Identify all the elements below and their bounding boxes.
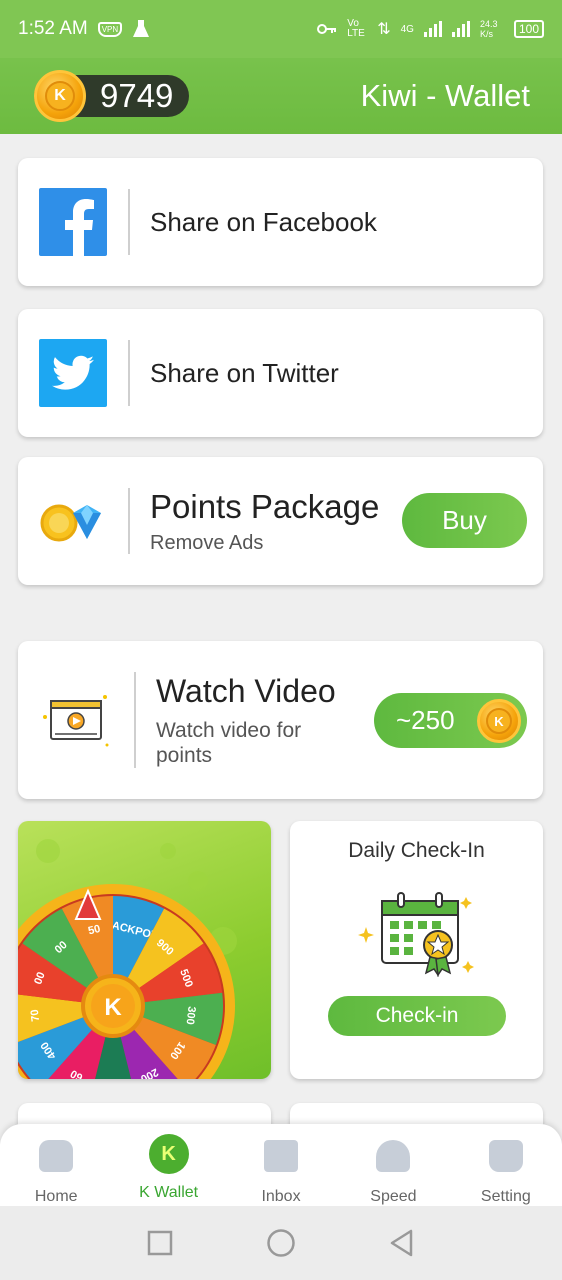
- k-wallet-icon: K: [148, 1134, 189, 1174]
- share-facebook-label: Share on Facebook: [150, 206, 377, 237]
- nav-setting-label: Setting: [480, 1188, 531, 1205]
- page-title: Kiwi - Wallet: [360, 78, 530, 113]
- share-twitter-card[interactable]: Share on Twitter: [18, 309, 543, 437]
- daily-checkin-title: Daily Check-In: [348, 839, 485, 862]
- buy-button[interactable]: Buy: [402, 493, 527, 548]
- signal-icon: [423, 21, 442, 37]
- divider: [134, 672, 136, 768]
- battery-icon: 100: [513, 20, 544, 38]
- wheel-slice-label: 300: [183, 1006, 197, 1026]
- nav-home[interactable]: Home: [0, 1124, 112, 1206]
- twitter-icon: [39, 339, 107, 407]
- watch-video-reward-button[interactable]: ~250 K: [374, 693, 527, 748]
- nav-inbox[interactable]: Inbox: [225, 1124, 337, 1206]
- spin-wheel-card[interactable]: JACKPOT900500300100200506040070000050 K: [18, 821, 271, 1079]
- daily-checkin-card: Daily Check-In Check-in: [290, 821, 543, 1079]
- home-button[interactable]: [266, 1228, 296, 1258]
- share-twitter-label: Share on Twitter: [150, 357, 339, 388]
- nav-home-label: Home: [34, 1188, 78, 1205]
- status-time: 1:52 AM: [18, 18, 88, 39]
- k-coin-icon: K: [34, 70, 86, 122]
- wheel-slice-label: 70: [29, 1009, 42, 1023]
- app-header: K 9749 Kiwi - Wallet: [0, 58, 562, 134]
- spin-wheel: JACKPOT900500300100200506040070000050 K: [18, 839, 237, 1079]
- points-package-subtitle: Remove Ads: [150, 531, 264, 554]
- nav-setting[interactable]: Setting: [450, 1124, 562, 1206]
- coin-balance[interactable]: K 9749: [34, 70, 190, 122]
- vpn-icon: VPN: [97, 21, 123, 37]
- nav-speed-label: Speed: [370, 1188, 417, 1205]
- nav-k-wallet-label: K Wallet: [139, 1184, 199, 1201]
- watch-video-card: Watch Video Watch video for points ~250 …: [18, 641, 543, 799]
- inbox-icon: [264, 1140, 299, 1172]
- setting-icon: [488, 1140, 523, 1172]
- bottom-navigation: Home K K Wallet Inbox Speed Setting: [0, 1124, 562, 1206]
- net-speed: 24.3 K/s: [479, 19, 498, 39]
- facebook-icon: [39, 188, 107, 256]
- home-icon: [39, 1140, 74, 1172]
- network-type: 4G: [400, 23, 414, 35]
- points-package-title: Points Package: [150, 487, 380, 525]
- status-bar: 1:52 AM VPN Vo LTE ⇅ 4G 24.3 K/s 100: [0, 0, 562, 58]
- divider: [128, 189, 130, 255]
- key-icon: [317, 24, 337, 34]
- nav-inbox-label: Inbox: [261, 1188, 301, 1205]
- share-facebook-card[interactable]: Share on Facebook: [18, 158, 543, 286]
- divider: [128, 488, 130, 554]
- signal-icon-2: [451, 21, 470, 37]
- recents-button[interactable]: [147, 1230, 173, 1256]
- balance-value: 9749: [100, 77, 174, 114]
- nav-k-wallet[interactable]: K K Wallet: [112, 1124, 224, 1206]
- reward-amount: ~250: [396, 705, 455, 735]
- divider: [128, 340, 130, 406]
- system-navigation-bar: [0, 1206, 562, 1280]
- volte-indicator: Vo LTE: [347, 18, 365, 39]
- watch-video-title: Watch Video: [156, 672, 336, 709]
- k-coin-icon: K: [477, 699, 521, 743]
- back-button[interactable]: [389, 1229, 415, 1257]
- coin-diamond-icon: [40, 504, 101, 542]
- data-arrows-icon: ⇅: [377, 21, 391, 38]
- wheel-slice-label: 50: [107, 1078, 119, 1079]
- speed-icon: [376, 1140, 411, 1172]
- points-package-card: Points Package Remove Ads Buy: [18, 457, 543, 585]
- calendar-badge-icon: [358, 892, 474, 977]
- flask-icon: [133, 20, 150, 37]
- watch-video-subtitle: Watch video for points: [156, 718, 302, 767]
- svg-text:K: K: [104, 994, 122, 1021]
- video-player-icon: [43, 695, 109, 747]
- nav-speed[interactable]: Speed: [337, 1124, 449, 1206]
- check-in-button[interactable]: Check-in: [328, 996, 506, 1036]
